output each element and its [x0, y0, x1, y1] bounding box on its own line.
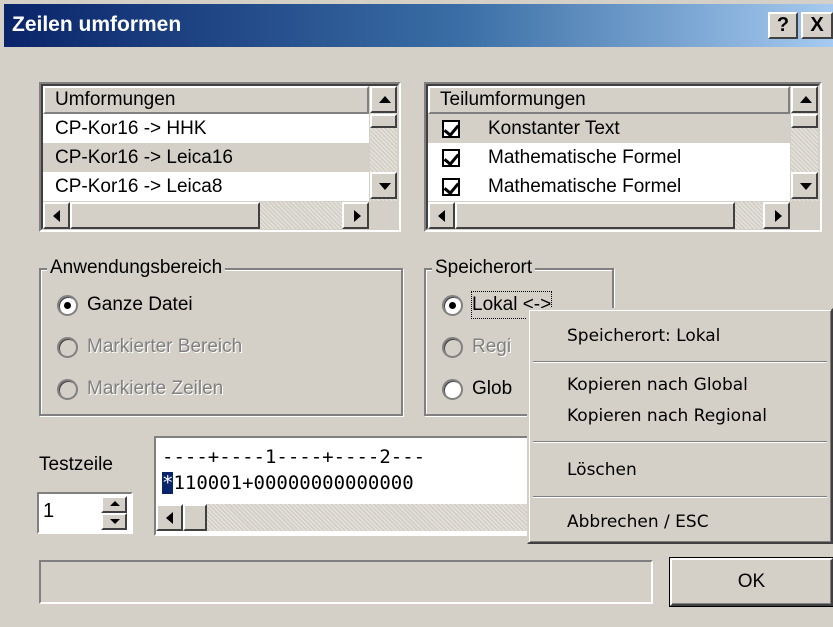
scroll-right-button[interactable]	[763, 202, 790, 229]
scroll-down-button[interactable]	[791, 172, 818, 199]
list-item[interactable]: CP-Kor16 -> Leica8	[43, 172, 369, 201]
scroll-corner	[370, 202, 397, 228]
test-line: *110001+00000000000000	[162, 472, 414, 494]
teilumformungen-list-frame: Teilumformungen Konstanter Text Mathemat…	[424, 82, 822, 232]
testzeile-label: Testzeile	[39, 454, 113, 475]
window-title: Zeilen umformen	[12, 13, 182, 36]
close-icon: X	[810, 14, 824, 36]
arrow-left-icon	[166, 512, 173, 524]
radio-label: Ganze Datei	[87, 294, 193, 315]
scroll-thumb[interactable]	[70, 202, 260, 229]
menu-item-abbrechen[interactable]: Abbrechen / ESC	[567, 512, 709, 532]
radio-button[interactable]	[57, 379, 78, 400]
context-menu: Speicherort: Lokal Kopieren nach Global …	[527, 308, 833, 544]
column-header-umformungen[interactable]: Umformungen	[43, 86, 369, 114]
arrow-down-icon	[800, 183, 812, 190]
scroll-left-button[interactable]	[156, 504, 183, 531]
scroll-right-button[interactable]	[342, 202, 369, 229]
column-header-teilumformungen[interactable]: Teilumformungen	[428, 86, 790, 114]
menu-separator	[533, 496, 827, 498]
list-item-selected[interactable]: CP-Kor16 -> Leica16	[43, 143, 369, 172]
arrow-left-icon	[53, 210, 60, 222]
scroll-up-button[interactable]	[791, 86, 818, 113]
dialog-window: Zeilen umformen ? X Umformungen CP-Kor16…	[0, 0, 833, 627]
list-item-selected[interactable]: Konstanter Text	[428, 114, 790, 143]
vertical-scrollbar[interactable]	[791, 86, 818, 201]
spin-down-button[interactable]	[101, 513, 127, 530]
radio-button[interactable]	[442, 337, 463, 358]
ruler-text: ----+----1----+----2---	[162, 446, 426, 468]
list-item[interactable]: Mathematische Formel	[428, 172, 790, 201]
umformungen-list[interactable]: Umformungen CP-Kor16 -> HHK CP-Kor16 -> …	[43, 86, 369, 201]
help-button[interactable]: ?	[768, 12, 798, 39]
list-item[interactable]: Mathematische Formel	[428, 143, 790, 172]
scroll-thumb[interactable]	[370, 114, 397, 128]
arrow-left-icon	[438, 210, 445, 222]
horizontal-scrollbar[interactable]	[43, 202, 369, 229]
menu-item-loeschen[interactable]: Löschen	[567, 460, 637, 480]
menu-item-speicherort[interactable]: Speicherort: Lokal	[567, 326, 720, 346]
radio-button[interactable]	[442, 379, 463, 400]
anwendungsbereich-group: Anwendungsbereich Ganze Datei Markierter…	[39, 257, 403, 416]
group-label: Anwendungsbereich	[47, 257, 226, 279]
cursor-marker: *	[162, 472, 174, 494]
list-item[interactable]: CP-Kor16 -> HHK	[43, 114, 369, 143]
checkbox[interactable]	[442, 149, 460, 167]
menu-item-kopieren-global[interactable]: Kopieren nach Global	[567, 375, 748, 395]
column-header-label: Umformungen	[55, 89, 176, 110]
horizontal-scrollbar[interactable]	[156, 504, 532, 531]
radio-button[interactable]	[442, 295, 463, 316]
radio-button[interactable]	[57, 337, 78, 358]
arrow-up-icon	[379, 96, 391, 103]
test-line-text: 110001+00000000000000	[173, 472, 414, 494]
scroll-thumb[interactable]	[791, 114, 818, 128]
testzeile-preview[interactable]: ----+----1----+----2--- *110001+00000000…	[154, 436, 534, 536]
column-header-label: Teilumformungen	[440, 89, 586, 110]
radio-label: Markierter Bereich	[87, 336, 243, 357]
arrow-down-icon	[379, 183, 391, 190]
vertical-scrollbar[interactable]	[370, 86, 397, 201]
scroll-corner	[791, 202, 818, 228]
arrow-right-icon	[775, 210, 782, 222]
umformungen-list-frame: Umformungen CP-Kor16 -> HHK CP-Kor16 -> …	[39, 82, 401, 232]
scroll-left-button[interactable]	[428, 202, 455, 229]
status-field	[39, 560, 653, 604]
checkbox[interactable]	[442, 120, 460, 138]
radio-label: Glob	[472, 378, 513, 399]
radio-button[interactable]	[57, 295, 78, 316]
ok-button[interactable]: OK	[670, 558, 833, 606]
testzeile-spinner[interactable]: 1	[37, 492, 133, 534]
scroll-thumb[interactable]	[183, 504, 207, 531]
horizontal-scrollbar[interactable]	[428, 202, 790, 229]
testzeile-value[interactable]: 1	[43, 500, 54, 523]
spin-up-button[interactable]	[101, 496, 127, 513]
checkbox[interactable]	[442, 178, 460, 196]
arrow-up-icon	[800, 96, 812, 103]
ok-label: OK	[737, 571, 766, 592]
scroll-thumb[interactable]	[455, 202, 735, 229]
radio-label: Markierte Zeilen	[87, 378, 224, 399]
menu-separator	[533, 361, 827, 363]
scroll-up-button[interactable]	[370, 86, 397, 113]
arrow-down-icon	[110, 519, 120, 524]
help-icon: ?	[776, 14, 790, 36]
scroll-left-button[interactable]	[43, 202, 70, 229]
title-bar[interactable]: Zeilen umformen ? X	[4, 4, 833, 47]
teilumformungen-list[interactable]: Teilumformungen Konstanter Text Mathemat…	[428, 86, 790, 201]
group-label: Speicherort	[432, 257, 536, 279]
arrow-up-icon	[110, 501, 120, 506]
menu-item-kopieren-regional[interactable]: Kopieren nach Regional	[567, 406, 767, 426]
arrow-right-icon	[354, 210, 361, 222]
menu-separator	[533, 441, 827, 443]
scroll-down-button[interactable]	[370, 172, 397, 199]
close-button[interactable]: X	[801, 12, 833, 39]
radio-label: Regi	[472, 336, 512, 357]
